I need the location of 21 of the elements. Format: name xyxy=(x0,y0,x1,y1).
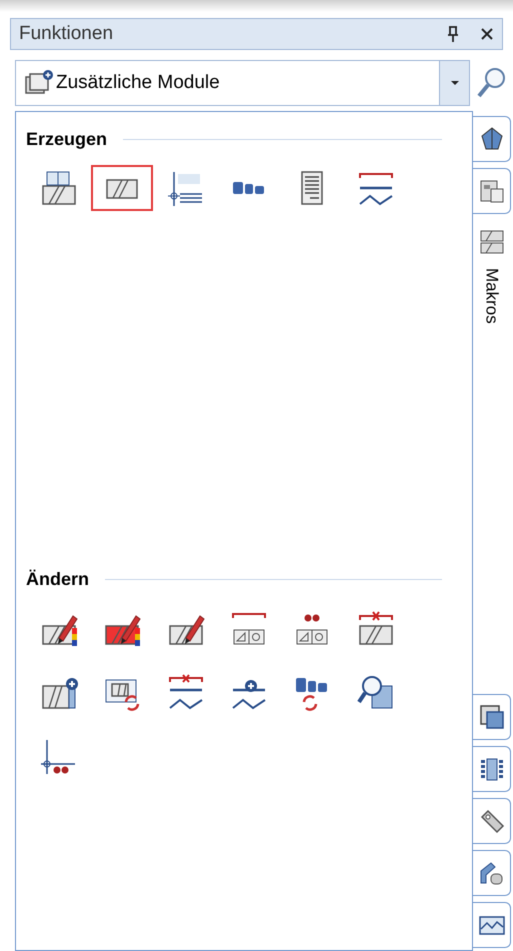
side-tab[interactable] xyxy=(473,694,511,740)
dropdown-toggle[interactable] xyxy=(439,61,469,105)
module-dropdown[interactable]: Zusätzliche Module xyxy=(15,60,470,106)
side-tab[interactable] xyxy=(473,168,511,214)
search-icon[interactable] xyxy=(476,66,508,100)
section-heading: Erzeugen xyxy=(26,128,108,151)
side-tab[interactable] xyxy=(473,116,511,162)
side-tab[interactable] xyxy=(473,902,511,948)
caret-icon xyxy=(450,80,460,86)
wall-icon xyxy=(478,228,506,256)
close-icon[interactable] xyxy=(480,27,494,41)
side-tab[interactable] xyxy=(473,746,511,792)
module-add-icon xyxy=(24,69,56,97)
side-tab[interactable] xyxy=(473,798,511,844)
side-tab[interactable] xyxy=(473,850,511,896)
panel-title: Funktionen xyxy=(19,22,114,46)
cube-icon xyxy=(478,703,506,731)
pin-icon[interactable] xyxy=(446,25,460,43)
tool-button[interactable] xyxy=(91,165,154,211)
section-heading: Ändern xyxy=(26,568,89,591)
module-value: Zusätzliche Module xyxy=(56,70,221,95)
